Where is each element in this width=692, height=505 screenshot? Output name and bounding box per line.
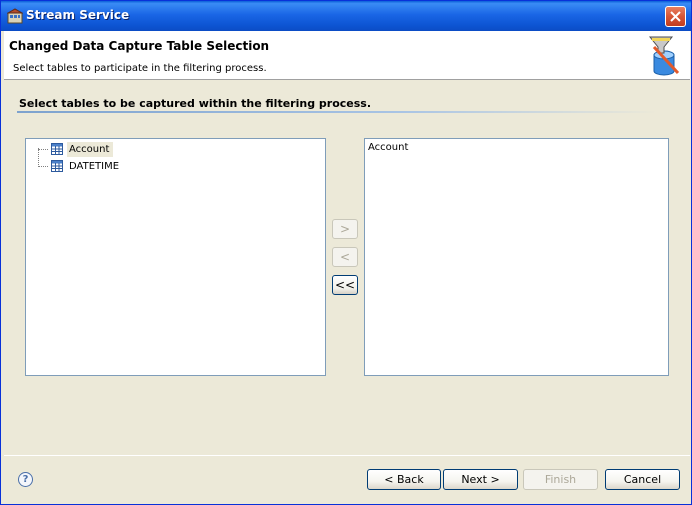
close-x-icon xyxy=(670,11,681,22)
back-button[interactable]: < Back xyxy=(367,469,441,490)
tree-item-label: Account xyxy=(67,142,114,157)
stream-service-dialog: Stream Service Changed Data Capture Tabl… xyxy=(0,0,692,505)
page-title: Changed Data Capture Table Selection xyxy=(9,39,270,53)
footer-divider xyxy=(4,455,690,456)
help-question-icon[interactable]: ? xyxy=(18,472,33,487)
tree-connector-line xyxy=(38,149,48,150)
filter-database-icon xyxy=(644,33,682,77)
title-bar[interactable]: Stream Service xyxy=(1,1,691,31)
wizard-header: Changed Data Capture Table Selection Sel… xyxy=(4,31,690,80)
add-table-button[interactable]: > xyxy=(332,219,358,239)
captured-tables-list[interactable]: Account xyxy=(364,138,669,376)
table-icon xyxy=(51,143,63,155)
window-title: Stream Service xyxy=(26,8,130,22)
page-description: Select tables to participate in the filt… xyxy=(13,63,267,74)
available-tables-tree[interactable]: Account DATETIME xyxy=(25,138,326,376)
remove-all-tables-button[interactable]: << xyxy=(332,275,358,295)
table-icon xyxy=(51,160,63,172)
next-button[interactable]: Next > xyxy=(443,469,518,490)
tree-connector-line xyxy=(38,148,39,167)
tree-connector-line xyxy=(38,166,48,167)
section-divider xyxy=(17,111,657,113)
close-button[interactable] xyxy=(665,6,686,27)
section-title: Select tables to be captured within the … xyxy=(19,97,372,110)
finish-button[interactable]: Finish xyxy=(523,469,598,490)
stream-service-app-icon xyxy=(6,8,24,24)
cancel-button[interactable]: Cancel xyxy=(605,469,680,490)
list-item[interactable]: Account xyxy=(368,142,408,153)
remove-table-button[interactable]: < xyxy=(332,247,358,267)
tree-item-label: DATETIME xyxy=(69,161,120,172)
